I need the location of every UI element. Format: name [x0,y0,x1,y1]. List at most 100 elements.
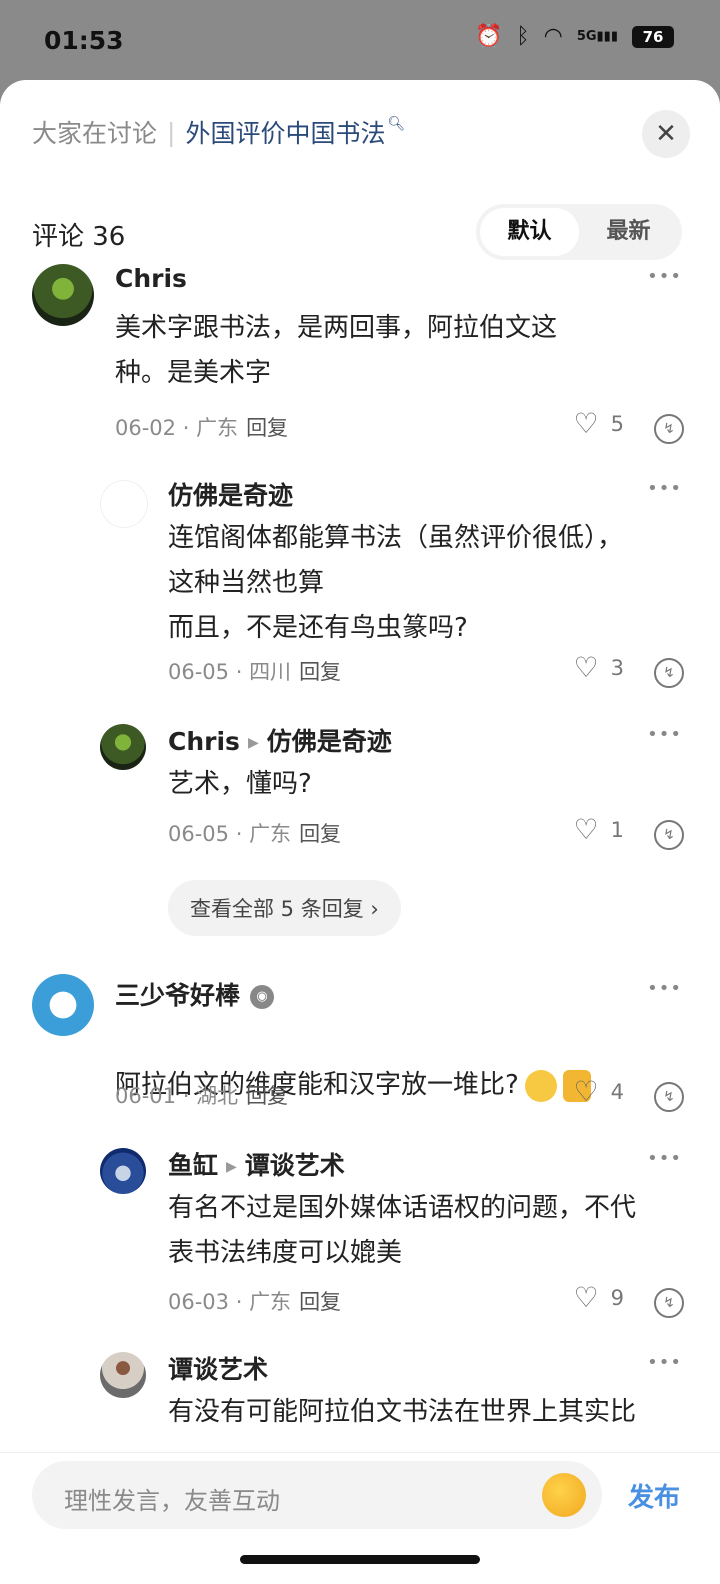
comment-text: 有没有可能阿拉伯文书法在世界上其实比 [168,1397,637,1427]
comments-sheet: 大家在讨论 | 外国评价中国书法 🔍︎ ✕ 评论 36 默认 最新 Chris … [0,80,720,1584]
sort-default-tab[interactable]: 默认 [480,208,579,256]
heart-icon: ♡ [573,407,599,440]
reply-button[interactable]: 回复 [299,660,341,684]
more-options-icon[interactable]: ••• [647,1148,682,1169]
like-count: 9 [610,1286,624,1310]
like-count: 3 [610,656,624,680]
comment-meta: 06-02 · 广东 回复 [115,416,289,440]
heart-icon: ♡ [573,1075,599,1108]
comments-count: 评论 36 [32,222,126,252]
topic-row: 大家在讨论 | 外国评价中国书法 🔍︎ [32,114,405,150]
view-all-replies-button[interactable]: 查看全部 5 条回复 › [168,880,401,936]
dislike-icon[interactable]: ↯ [654,1082,684,1112]
comment-location: 广东 [249,822,292,846]
avatar[interactable] [32,264,94,326]
heart-icon: ♡ [573,1281,599,1314]
status-icons: ⏰ ᛒ ◠ 5G▮▮▮ 76 [475,24,674,49]
like-button[interactable]: ♡ 5 [574,410,624,438]
reply-author[interactable]: 鱼缸 [168,1151,218,1180]
reply-target[interactable]: 仿佛是奇迹 [267,727,392,756]
dislike-icon[interactable]: ↯ [654,658,684,688]
more-options-icon[interactable]: ••• [647,266,682,287]
like-button[interactable]: ♡ 3 [574,654,624,682]
like-count: 5 [610,412,624,436]
like-count: 4 [610,1080,624,1104]
comment-text: 连馆阁体都能算书法（虽然评价很低）， 这种当然也算 而且，不是还有鸟虫篆吗? [168,523,624,643]
comment-input-bar: 理性发言，友善互动 发布 [0,1452,720,1584]
avatar[interactable] [100,1352,146,1398]
send-button[interactable]: 发布 [628,1477,680,1514]
status-time: 01:53 [44,26,124,55]
comment-user[interactable]: 谭谈艺术 [168,1350,268,1386]
reply-button[interactable]: 回复 [299,822,341,846]
comment-input[interactable]: 理性发言，友善互动 [32,1461,602,1529]
comment-user[interactable]: 三少爷好棒 ◉ [115,976,275,1012]
comment-location: 广东 [196,416,239,440]
sort-toggle[interactable]: 默认 最新 [476,204,682,260]
battery-indicator: 76 [632,25,674,48]
avatar[interactable] [100,480,148,528]
comment-text: 有名不过是国外媒体话语权的问题，不代 表书法纬度可以媲美 [168,1193,637,1268]
reply-author[interactable]: Chris [168,727,240,756]
reply-button[interactable]: 回复 [246,1084,288,1108]
reply-target[interactable]: 谭谈艺术 [245,1151,345,1180]
close-button[interactable]: ✕ [642,110,690,158]
comment-user[interactable]: Chris ▶ 仿佛是奇迹 [168,722,392,758]
heart-icon: ♡ [573,813,599,846]
comment-meta: 06-05 · 广东 回复 [168,822,342,846]
comment-user[interactable]: 仿佛是奇迹 [168,476,293,512]
dislike-icon[interactable]: ↯ [654,820,684,850]
comment-date: 06-05 [168,660,230,684]
comment-meta: 06-01 · 湖北 回复 [115,1084,289,1108]
dislike-icon[interactable]: ↯ [654,414,684,444]
sort-latest-tab[interactable]: 最新 [579,208,678,256]
search-icon: 🔍︎ [387,116,406,132]
home-indicator [240,1555,480,1564]
like-button[interactable]: ♡ 9 [574,1284,624,1312]
more-options-icon[interactable]: ••• [647,724,682,745]
comment-meta: 06-03 · 广东 回复 [168,1290,342,1314]
more-options-icon[interactable]: ••• [647,478,682,499]
reply-arrow-icon: ▶ [226,1159,237,1175]
comment-meta: 06-05 · 四川 回复 [168,660,342,684]
bluetooth-icon: ᛒ [516,24,530,49]
comment-input-placeholder: 理性发言，友善互动 [64,1487,280,1515]
smirk-emoji-icon [524,1069,557,1102]
topic-label: 大家在讨论 [32,119,158,148]
comment-date: 06-05 [168,822,230,846]
more-options-icon[interactable]: ••• [647,978,682,999]
more-options-icon[interactable]: ••• [647,1352,682,1373]
like-button[interactable]: ♡ 1 [574,816,624,844]
comment-text: 美术字跟书法，是两回事，阿拉伯文这 种。是美术字 [115,313,558,388]
comment-date: 06-02 [115,416,177,440]
avatar[interactable] [32,974,94,1036]
user-badge-icon: ◉ [250,985,275,1009]
comment-text: 艺术，懂吗? [168,769,312,799]
heart-icon: ♡ [573,651,599,684]
comment-location: 湖北 [196,1084,239,1108]
divider: | [167,117,176,147]
like-button[interactable]: ♡ 4 [574,1078,624,1106]
avatar[interactable] [100,724,146,770]
alarm-icon: ⏰ [475,24,503,49]
comment-location: 广东 [249,1290,292,1314]
like-count: 1 [610,818,624,842]
wifi-icon: ◠ [543,24,563,49]
comment-user[interactable]: 鱼缸 ▶ 谭谈艺术 [168,1146,345,1182]
close-icon: ✕ [655,119,677,149]
comment-user[interactable]: Chris [115,264,187,293]
dislike-icon[interactable]: ↯ [654,1288,684,1318]
topic-link[interactable]: 外国评价中国书法 [185,114,385,150]
avatar[interactable] [100,1148,146,1194]
comment-date: 06-03 [168,1290,230,1314]
comment-date: 06-01 [115,1084,177,1108]
comment-user-name[interactable]: 三少爷好棒 [115,981,240,1010]
reply-button[interactable]: 回复 [299,1290,341,1314]
network-label: 5G [576,29,597,44]
reply-button[interactable]: 回复 [246,416,288,440]
emoji-picker-icon[interactable] [542,1473,586,1517]
status-bar: 01:53 ⏰ ᛒ ◠ 5G▮▮▮ 76 [0,0,720,80]
reply-arrow-icon: ▶ [247,735,259,751]
5g-signal-icon: 5G▮▮▮ [576,29,618,44]
comment-location: 四川 [249,660,292,684]
